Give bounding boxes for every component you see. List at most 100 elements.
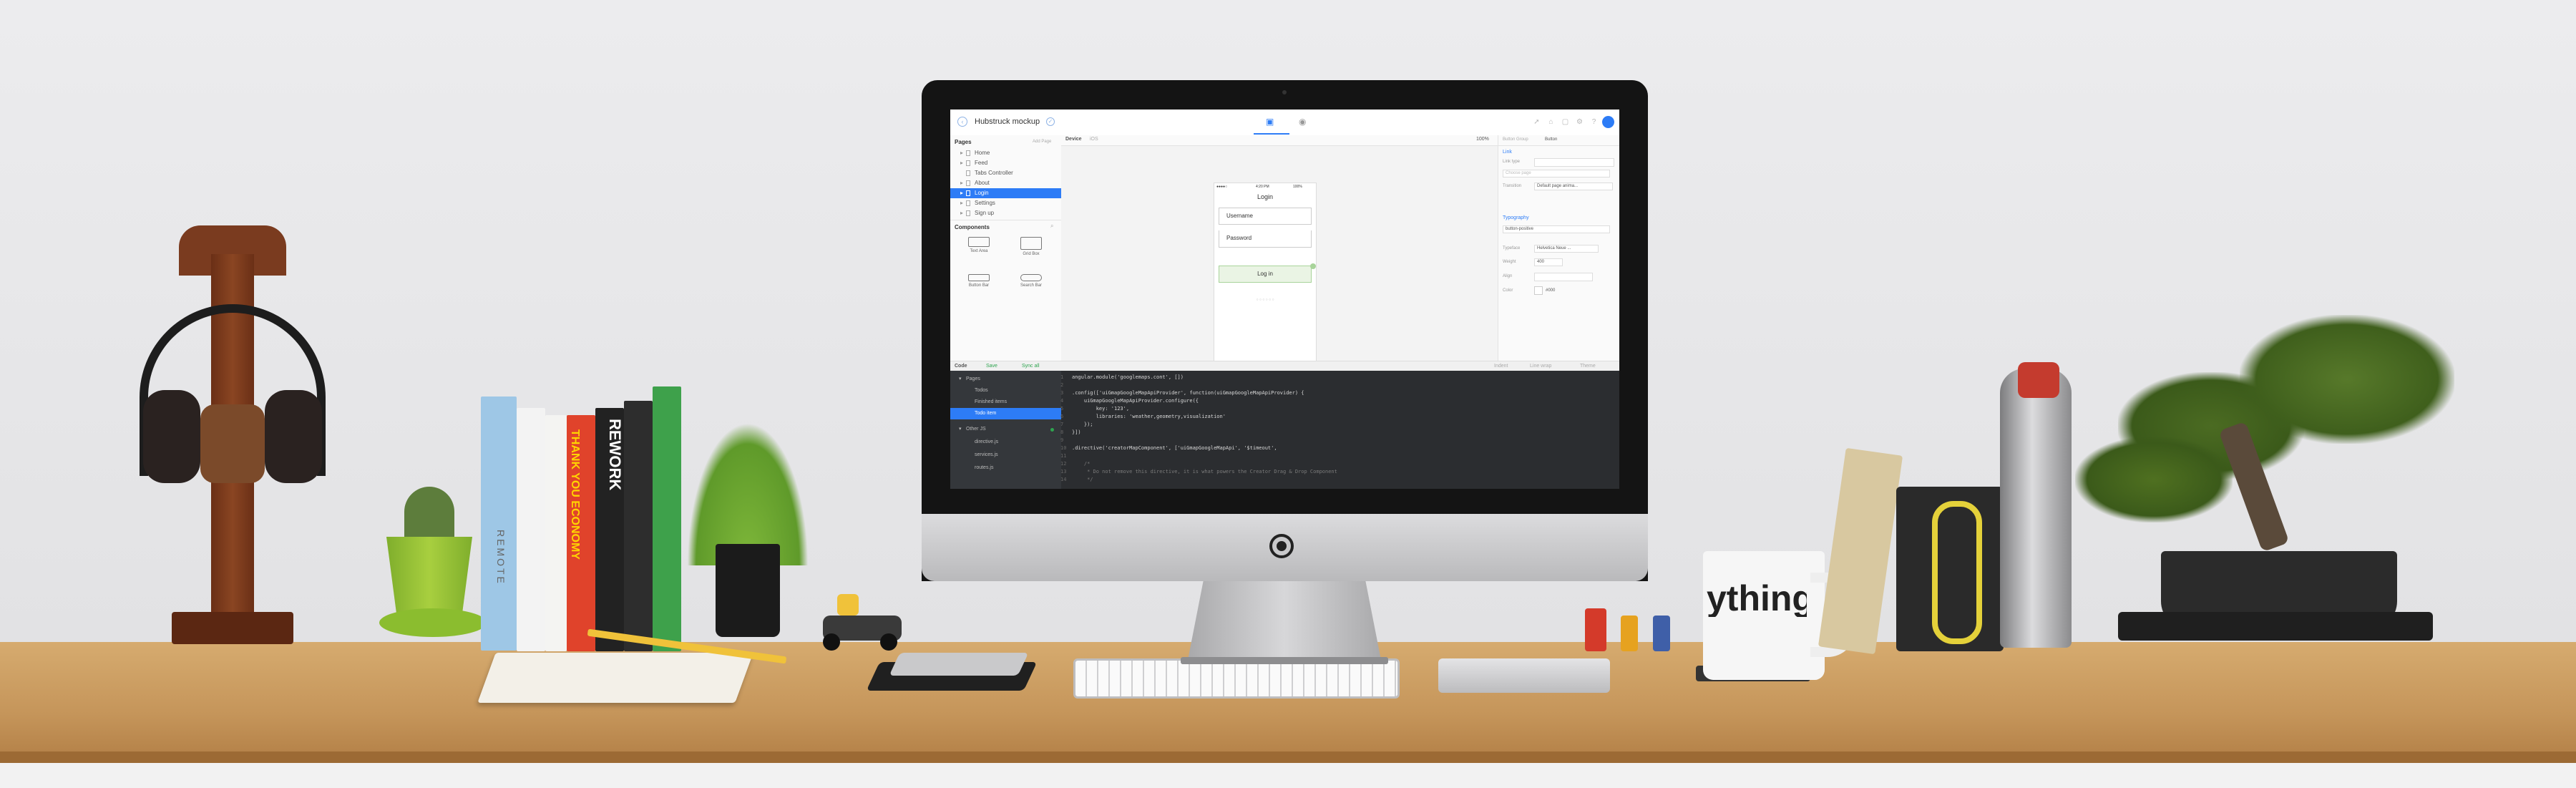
app-screen: ‹ Hubstruck mockup ✓ ▣ ◉ ➚ ⌂ ▢ ⚙ ? Pages… xyxy=(950,110,1619,489)
component-search-bar[interactable]: Search Bar xyxy=(1013,270,1049,300)
file-tree-item[interactable]: Finished items xyxy=(950,397,1061,408)
code-line[interactable]: 5 key: '123', xyxy=(1060,406,1130,412)
file-tree-item[interactable]: services.js xyxy=(950,449,1061,461)
code-line[interactable]: 6 libraries: 'weather,geometry,visualiza… xyxy=(1060,414,1226,419)
line-number: 3 xyxy=(1060,390,1064,396)
align-buttons[interactable] xyxy=(1534,273,1593,281)
link-page-input[interactable]: Choose page xyxy=(1503,170,1610,177)
left-panel: Pages Add Page ▸ Home ▸ Feed Tabs Controll… xyxy=(950,135,1062,361)
password-field[interactable]: Password xyxy=(1219,230,1312,248)
component-label: Grid Box xyxy=(1023,252,1040,256)
breadcrumb-button[interactable]: Button xyxy=(1545,137,1557,142)
page-title: Login xyxy=(1257,193,1274,200)
typeface-select[interactable]: Helvetica Neue ... xyxy=(1534,245,1599,253)
transition-select[interactable]: Default page anima... xyxy=(1534,183,1613,190)
link-type-buttons[interactable] xyxy=(1534,158,1614,167)
device-value[interactable]: iOS xyxy=(1090,137,1098,142)
design-mode-icon[interactable]: ▣ xyxy=(1266,117,1274,127)
code-text: key: '123', xyxy=(1072,406,1130,412)
lock-icon[interactable]: ▢ xyxy=(1561,117,1570,127)
code-line[interactable]: 3 .config(['uiGmapGoogleMapApiProvider', … xyxy=(1060,390,1304,396)
project-title[interactable]: Hubstruck mockup xyxy=(975,117,1040,126)
book-stack xyxy=(481,386,681,658)
code-text: uiGmapGoogleMapApiProvider.configure({ xyxy=(1072,398,1199,404)
line-number: 2 xyxy=(1060,382,1064,388)
imac-stand xyxy=(1188,581,1381,660)
code-text: .directive('creatorMapComponent', ['uiGm… xyxy=(1072,445,1277,451)
link-type-label: Link type xyxy=(1503,160,1521,164)
phone-frame: ●●●●○ 4:20 PM 100% Login Username Passwo… xyxy=(1214,183,1317,361)
sidebar-item-login[interactable]: ▸ Login xyxy=(950,188,1061,198)
selection-handle[interactable] xyxy=(1310,263,1316,269)
lego-car xyxy=(816,594,909,651)
component-grid-box[interactable]: Grid Box xyxy=(1013,233,1049,263)
search-bar-icon xyxy=(1020,274,1042,281)
add-page-button[interactable]: Add Page xyxy=(1033,140,1051,144)
typography-section-title[interactable]: Typography xyxy=(1503,215,1529,220)
file-tree-item[interactable]: Todo item xyxy=(950,408,1061,419)
line-wrap-button[interactable]: Line wrap xyxy=(1530,361,1551,371)
file-tree-item[interactable]: ▾ Other JS xyxy=(950,424,1061,435)
code-line[interactable]: 10 .directive('creatorMapComponent', ['ui… xyxy=(1060,445,1277,451)
mug-text: ything is ossible. xyxy=(1707,580,1807,617)
weight-select[interactable]: 400 xyxy=(1534,258,1563,266)
battery-level: 100% xyxy=(1293,185,1302,189)
book-title-rework: REWORK xyxy=(606,419,624,491)
code-line[interactable]: 1 angular.module('googlemaps.cont', []) xyxy=(1060,374,1184,380)
sidebar-item-settings[interactable]: ▸ Settings xyxy=(950,198,1061,208)
code-line[interactable]: 7 }); xyxy=(1060,422,1093,427)
file-tree: ▾ Pages Todos Finished items Todo item ▾ O… xyxy=(950,371,1061,489)
logo-dot xyxy=(1277,541,1287,551)
sidebar-item-feed[interactable]: ▸ Feed xyxy=(950,158,1061,168)
mode-tab-indicator xyxy=(1254,133,1289,135)
save-button[interactable]: Save xyxy=(986,361,997,371)
line-number: 8 xyxy=(1060,429,1064,435)
sidebar-item-sign-up[interactable]: ▸ Sign up xyxy=(950,208,1061,218)
help-icon[interactable]: ? xyxy=(1589,117,1599,127)
page-label: Login xyxy=(975,190,989,196)
typography-class-input[interactable]: button-positive xyxy=(1503,225,1610,233)
cactus-plant xyxy=(379,487,487,658)
indent-button[interactable]: Indent xyxy=(1494,361,1508,371)
theme-button[interactable]: Theme xyxy=(1580,361,1596,371)
sidebar-item-home[interactable]: ▸ Home xyxy=(950,148,1061,158)
share-icon[interactable]: ➚ xyxy=(1532,117,1541,127)
file-tree-item[interactable]: routes.js xyxy=(950,462,1061,474)
file-tree-item[interactable]: directive.js xyxy=(950,437,1061,448)
camera-icon xyxy=(1282,90,1287,94)
login-button[interactable]: Log in xyxy=(1219,266,1312,283)
preview-mode-icon[interactable]: ◉ xyxy=(1299,117,1306,127)
link-section-title[interactable]: Link xyxy=(1503,150,1512,155)
saved-check-icon: ✓ xyxy=(1046,117,1055,126)
breadcrumb-button-group[interactable]: Button Group xyxy=(1503,137,1528,142)
username-field[interactable]: Username xyxy=(1219,208,1312,225)
settings-icon[interactable]: ⚙ xyxy=(1575,117,1584,127)
file-label: Other JS xyxy=(966,427,986,432)
component-label: Search Bar xyxy=(1020,283,1042,288)
sidebar-item-about[interactable]: ▸ About xyxy=(950,178,1061,188)
home-icon[interactable]: ⌂ xyxy=(1546,117,1556,127)
file-tree-item[interactable]: Todos xyxy=(950,385,1061,397)
code-line[interactable]: 14 */ xyxy=(1060,477,1093,482)
device-label: Device xyxy=(1065,137,1082,142)
weight-label: Weight xyxy=(1503,260,1516,264)
code-line[interactable]: 13 * Do not remove this directive, it is… xyxy=(1060,469,1337,475)
line-number: 11 xyxy=(1060,453,1067,459)
back-icon[interactable]: ‹ xyxy=(957,117,967,127)
zoom-level[interactable]: 100% xyxy=(1476,137,1489,142)
avatar[interactable] xyxy=(1602,116,1614,128)
color-swatch[interactable] xyxy=(1534,286,1543,295)
sync-button[interactable]: Sync all xyxy=(1022,361,1040,371)
component-text-area[interactable]: Text Area xyxy=(961,233,997,263)
color-value[interactable]: #000 xyxy=(1546,288,1555,293)
file-tree-item[interactable]: ▾ Pages xyxy=(950,374,1061,385)
code-line[interactable]: 12 /* xyxy=(1060,461,1090,467)
component-label: Button Bar xyxy=(968,283,990,288)
code-line[interactable]: 4 uiGmapGoogleMapApiProvider.configure({ xyxy=(1060,398,1199,404)
code-line[interactable]: 8}]) xyxy=(1060,429,1081,435)
component-button-bar[interactable]: Button Bar xyxy=(961,270,997,300)
components-heading: Components xyxy=(955,224,990,230)
page-label: Home xyxy=(975,150,990,156)
search-icon[interactable]: ⌕ xyxy=(1050,223,1053,230)
sidebar-item-tabs-controller[interactable]: Tabs Controller xyxy=(950,168,1061,178)
